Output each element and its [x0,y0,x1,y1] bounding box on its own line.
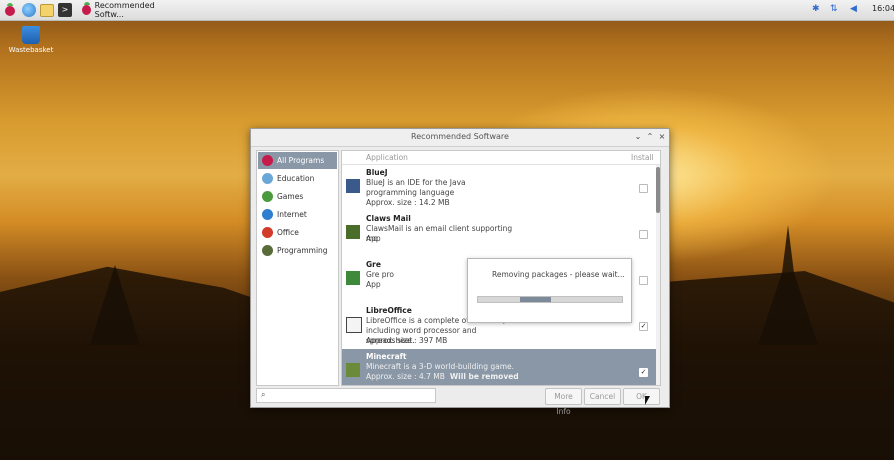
app-size: Approx. size : 4.7 MB Will be removed [366,372,519,381]
network-icon[interactable]: ⇅ [830,4,838,14]
category-games[interactable]: Games [258,188,337,205]
app-size: App [366,280,381,289]
app-size: App [366,234,381,243]
taskbar: > Recommended Softw... ✱ ⇅ ◀ 16:04 [0,0,894,21]
minimize-icon[interactable]: ⌄ [633,132,643,141]
category-education[interactable]: Education [258,170,337,187]
programming-icon [262,245,273,256]
wastebasket-icon [22,26,40,44]
raspberry-icon [82,2,91,15]
category-label: Education [277,174,315,183]
more-info-button[interactable]: More Info [545,388,582,416]
app-size-text: Approx. size : 397 MB [366,336,448,345]
app-name: LibreOffice [366,306,412,315]
office-icon [262,227,273,238]
search-field[interactable]: ⌕ [256,388,436,403]
app-name: Gre [366,260,381,269]
category-office[interactable]: Office [258,224,337,241]
progress-bar-fill [519,297,552,302]
task-button-label: Recommended Softw... [94,1,155,19]
games-icon [262,191,273,202]
app-name: BlueJ [366,168,388,177]
claws-mail-icon [346,225,360,239]
app-row-claws-mail[interactable]: Claws Mail ClawsMail is an email client s… [342,211,656,257]
app-name: Claws Mail [366,214,411,223]
install-checkbox[interactable]: ✓ [639,322,648,331]
recommended-software-dialog: Recommended Software ⌄ ⌃ × All Programs E… [250,128,670,416]
category-programming[interactable]: Programming [258,242,337,259]
list-scrollbar[interactable] [656,165,660,385]
progress-message: Removing packages - please wait... [492,270,625,279]
install-checkbox[interactable] [639,230,648,239]
bluej-icon [346,179,360,193]
app-row-minecraft[interactable]: Minecraft Minecraft is a 3-D world-buildi… [342,349,656,385]
ok-button[interactable]: OK [623,388,660,405]
app-size-text: Approx. size : 14.2 MB [366,198,450,207]
close-icon[interactable]: × [657,132,667,141]
install-checkbox[interactable] [639,276,648,285]
scrollbar-thumb[interactable] [656,167,660,213]
browser-icon[interactable] [22,3,36,17]
file-manager-icon[interactable] [40,4,54,17]
dialog-titlebar[interactable]: Recommended Software ⌄ ⌃ × [251,129,669,147]
progress-bar [477,296,623,303]
column-application[interactable]: Application [366,153,408,162]
category-label: Internet [277,210,307,219]
libreoffice-icon [346,317,362,333]
app-name: Minecraft [366,352,407,361]
cancel-button[interactable]: Cancel [584,388,621,405]
removal-note: Will be removed [449,372,519,381]
app-description: BlueJ is an IDE for the Java programming… [366,178,466,197]
maximize-icon[interactable]: ⌃ [645,132,655,141]
category-label: Office [277,228,299,237]
category-all-programs[interactable]: All Programs [258,152,337,169]
category-label: Games [277,192,304,201]
mouse-pointer [645,396,650,405]
app-size: Approx. size : 397 MB [366,336,447,345]
bluetooth-icon[interactable]: ✱ [812,4,820,14]
app-size: Approx. size : 14.2 MB [366,198,450,207]
app-description: Minecraft is a 3-D world-building game. [366,362,514,371]
search-icon: ⌕ [261,390,266,399]
category-label: Programming [277,246,328,255]
app-size-text: App [366,280,381,289]
dialog-title: Recommended Software [411,132,509,141]
category-internet[interactable]: Internet [258,206,337,223]
install-checkbox[interactable] [639,184,648,193]
wastebasket-desktop-icon[interactable]: Wastebasket [6,26,56,54]
volume-icon[interactable]: ◀ [850,4,857,14]
app-description: ClawsMail is an email client supporting … [366,224,513,243]
minecraft-icon [346,363,360,377]
raspberry-icon [262,155,273,166]
raspberry-menu-icon[interactable] [3,3,17,17]
progress-popup: Removing packages - please wait... [467,258,632,323]
category-sidebar: All Programs Education Games Internet Office… [256,150,339,386]
search-input[interactable] [271,389,435,402]
app-size-text: Approx. size : 4.7 MB [366,372,445,381]
greenfoot-icon [346,271,360,285]
education-icon [262,173,273,184]
clock[interactable]: 16:04 [872,4,894,13]
terminal-icon[interactable]: > [58,3,72,17]
install-checkbox[interactable]: ✓ [639,368,648,377]
wastebasket-label: Wastebasket [8,46,54,54]
app-size-text: App [366,234,381,243]
category-label: All Programs [277,156,325,165]
column-install[interactable]: Install [631,153,654,162]
application-list: Application Install BlueJ BlueJ is an IDE… [341,150,661,386]
list-header: Application Install [342,151,660,165]
app-row-bluej[interactable]: BlueJ BlueJ is an IDE for the Java progra… [342,165,656,211]
globe-icon [262,209,273,220]
task-button-recommended-software[interactable]: Recommended Softw... [82,1,174,19]
